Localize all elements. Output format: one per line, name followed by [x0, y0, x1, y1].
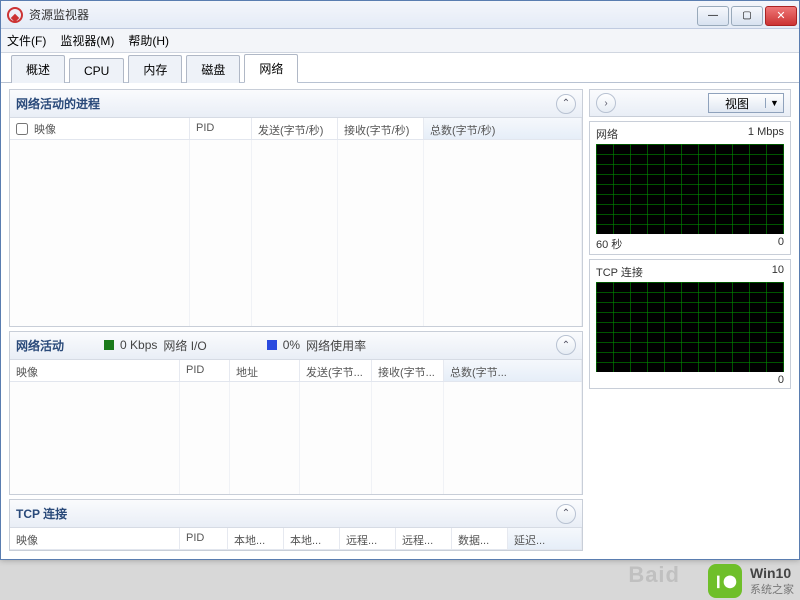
view-button[interactable]: 视图 ▼ [708, 93, 784, 113]
panel-header[interactable]: TCP 连接 ⌃ [10, 500, 582, 528]
chart-tcp: TCP 连接 10 0 [589, 259, 791, 389]
col-pid[interactable]: PID [180, 528, 228, 549]
tab-disk[interactable]: 磁盘 [186, 55, 240, 83]
app-window: 资源监视器 — ▢ ✕ 文件(F) 监视器(M) 帮助(H) 概述 CPU 内存… [0, 0, 800, 560]
watermark-brand: Win10 [750, 565, 794, 581]
window-controls: — ▢ ✕ [697, 4, 799, 26]
swatch-blue-icon [267, 340, 277, 350]
column-headers: 映像 PID 本地... 本地... 远程... 远程... 数据... 延迟.… [10, 528, 582, 550]
dropdown-icon[interactable]: ▼ [765, 98, 783, 108]
table-body[interactable] [10, 382, 582, 494]
col-lport[interactable]: 本地... [284, 528, 340, 549]
expand-right-icon[interactable]: › [596, 93, 616, 113]
col-image[interactable]: 映像 [10, 118, 190, 139]
watermark-sub: 系统之家 [750, 581, 794, 597]
left-column: 网络活动的进程 ⌃ 映像 PID 发送(字节/秒) 接收(字节/秒) 总数(字节… [9, 89, 583, 551]
stat-network-util: 0% 网络使用率 [267, 337, 366, 354]
chart-ymax: 1 Mbps [748, 126, 784, 142]
panel-header[interactable]: 网络活动的进程 ⌃ [10, 90, 582, 118]
watermark: ❙⬤ Win10 系统之家 [708, 564, 794, 598]
chart-title: 网络 [596, 126, 618, 142]
view-button-label: 视图 [709, 95, 765, 112]
select-all-checkbox[interactable] [16, 123, 28, 135]
title-bar[interactable]: 资源监视器 — ▢ ✕ [1, 1, 799, 29]
right-toolbar: › 视图 ▼ [589, 89, 791, 117]
col-laddr[interactable]: 本地... [228, 528, 284, 549]
content-area: 网络活动的进程 ⌃ 映像 PID 发送(字节/秒) 接收(字节/秒) 总数(字节… [1, 83, 799, 559]
menu-file[interactable]: 文件(F) [7, 32, 46, 49]
collapse-icon[interactable]: ⌃ [556, 94, 576, 114]
col-recv[interactable]: 接收(字节... [372, 360, 444, 381]
col-pid[interactable]: PID [180, 360, 230, 381]
tab-network[interactable]: 网络 [244, 54, 298, 83]
col-addr[interactable]: 地址 [230, 360, 300, 381]
chart-graph [596, 144, 784, 234]
column-headers: 映像 PID 发送(字节/秒) 接收(字节/秒) 总数(字节/秒) [10, 118, 582, 140]
col-loss[interactable]: 数据... [452, 528, 508, 549]
col-total[interactable]: 总数(字节... [444, 360, 582, 381]
chart-graph [596, 282, 784, 372]
tab-cpu[interactable]: CPU [69, 58, 124, 83]
col-send[interactable]: 发送(字节/秒) [252, 118, 338, 139]
chart-xright: 0 [778, 236, 784, 252]
panel-network-activity: 网络活动 0 Kbps 网络 I/O 0% 网络使用率 ⌃ 映像 P [9, 331, 583, 495]
col-recv[interactable]: 接收(字节/秒) [338, 118, 424, 139]
stat-network-io: 0 Kbps 网络 I/O [104, 337, 207, 354]
menu-monitor[interactable]: 监视器(M) [60, 32, 114, 49]
swatch-green-icon [104, 340, 114, 350]
menu-help[interactable]: 帮助(H) [128, 32, 169, 49]
panel-tcp-connections: TCP 连接 ⌃ 映像 PID 本地... 本地... 远程... 远程... … [9, 499, 583, 551]
tab-overview[interactable]: 概述 [11, 55, 65, 83]
table-body[interactable] [10, 140, 582, 326]
col-latency[interactable]: 延迟... [508, 528, 582, 549]
column-headers: 映像 PID 地址 发送(字节... 接收(字节... 总数(字节... [10, 360, 582, 382]
panel-network-processes: 网络活动的进程 ⌃ 映像 PID 发送(字节/秒) 接收(字节/秒) 总数(字节… [9, 89, 583, 327]
close-button[interactable]: ✕ [765, 6, 797, 26]
chart-xright: 0 [778, 374, 784, 386]
right-column: › 视图 ▼ 网络 1 Mbps 60 秒 0 TCP [589, 89, 791, 551]
col-raddr[interactable]: 远程... [340, 528, 396, 549]
collapse-icon[interactable]: ⌃ [556, 335, 576, 355]
col-total[interactable]: 总数(字节/秒) [424, 118, 582, 139]
app-icon [7, 7, 23, 23]
panel-header[interactable]: 网络活动 0 Kbps 网络 I/O 0% 网络使用率 ⌃ [10, 332, 582, 360]
watermark-baidu: Baid [628, 562, 680, 588]
col-send[interactable]: 发送(字节... [300, 360, 372, 381]
col-image[interactable]: 映像 [10, 360, 180, 381]
chart-ymax: 10 [772, 264, 784, 280]
collapse-icon[interactable]: ⌃ [556, 504, 576, 524]
tab-memory[interactable]: 内存 [128, 55, 182, 83]
panel-title: 网络活动 [16, 337, 64, 354]
chart-xleft: 60 秒 [596, 236, 622, 252]
watermark-logo-icon: ❙⬤ [708, 564, 742, 598]
panel-title: 网络活动的进程 [16, 95, 100, 112]
col-rport[interactable]: 远程... [396, 528, 452, 549]
panel-title: TCP 连接 [16, 505, 67, 522]
window-title: 资源监视器 [29, 6, 89, 23]
chart-network: 网络 1 Mbps 60 秒 0 [589, 121, 791, 255]
menu-bar: 文件(F) 监视器(M) 帮助(H) [1, 29, 799, 53]
maximize-button[interactable]: ▢ [731, 6, 763, 26]
col-image[interactable]: 映像 [10, 528, 180, 549]
minimize-button[interactable]: — [697, 6, 729, 26]
chart-title: TCP 连接 [596, 264, 643, 280]
tab-strip: 概述 CPU 内存 磁盘 网络 [1, 53, 799, 83]
col-pid[interactable]: PID [190, 118, 252, 139]
